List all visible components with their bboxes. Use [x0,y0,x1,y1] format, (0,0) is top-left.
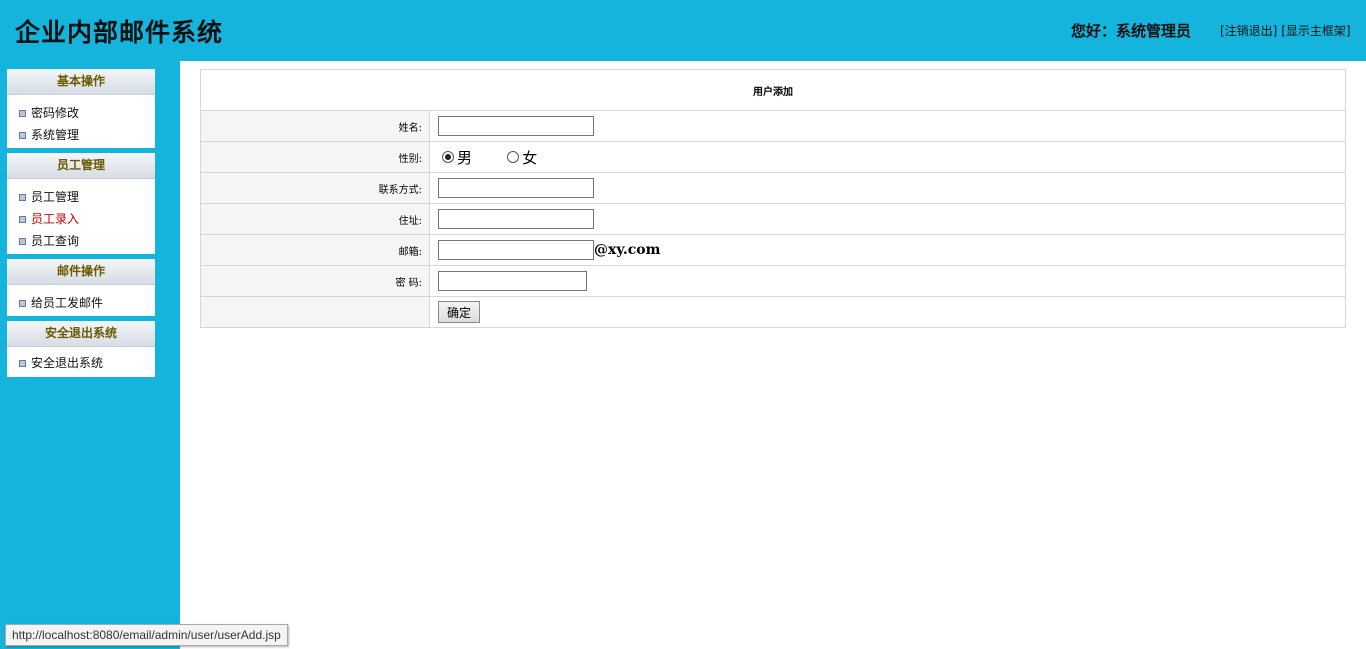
header-bar: 企业内部邮件系统 您好：系统管理员 [注销退出] [显示主框架] [0,0,1366,61]
menu-item-label: 员工查询 [31,234,80,248]
menu-group-exit: 安全退出系统 安全退出系统 [7,321,155,377]
bullet-icon [19,300,26,307]
menu-head-basic[interactable]: 基本操作 [7,69,155,95]
menu-item-employee-manage[interactable]: 员工管理 [7,186,155,208]
menu-head-exit[interactable]: 安全退出系统 [7,321,155,347]
name-label: 姓名: [200,110,430,142]
gender-label: 性别: [200,141,430,173]
gender-female-radio[interactable]: 女 [503,147,537,168]
menu-item-label: 安全退出系统 [31,356,104,370]
menu-group-mail: 邮件操作 给员工发邮件 [7,259,155,316]
menu-group-employee: 员工管理 员工管理 员工录入 员工查询 [7,153,155,254]
menu-item-employee-add[interactable]: 员工录入 [7,208,155,230]
radio-unchecked-icon [507,151,520,163]
show-main-frame-link[interactable]: [显示主框架] [1281,24,1350,38]
gender-male-label: 男 [457,148,473,167]
radio-checked-icon [442,151,454,163]
bullet-icon [19,360,26,367]
header-links: [注销退出] [显示主框架] [1220,22,1351,39]
bullet-icon [19,110,26,117]
logout-link[interactable]: [注销退出] [1220,24,1277,38]
bullet-icon [19,132,26,139]
sidebar: 基本操作 密码修改 系统管理 员工管理 员工管理 员工录入 员工查询 邮件操作 … [0,61,180,649]
app-title: 企业内部邮件系统 [15,18,224,47]
gender-female-label: 女 [522,148,538,167]
menu-group-basic: 基本操作 密码修改 系统管理 [7,69,155,148]
user-add-form: 用户添加 姓名: 性别: 男 女 联系方式: 住址: 邮箱: @xy.com 密… [200,69,1346,328]
address-label: 住址: [200,203,430,235]
password-input[interactable] [438,271,587,291]
bullet-icon [19,238,26,245]
menu-item-label: 员工管理 [31,190,80,204]
contact-input[interactable] [438,178,594,198]
submit-label-cell [200,296,430,328]
status-bar-url: http://localhost:8080/email/admin/user/u… [5,624,288,646]
email-input[interactable] [438,240,594,260]
menu-item-password-change[interactable]: 密码修改 [7,102,155,124]
contact-label: 联系方式: [200,172,430,204]
menu-item-label: 系统管理 [31,128,80,142]
bullet-icon [19,194,26,201]
email-suffix: @xy.com [594,242,661,258]
menu-item-send-mail[interactable]: 给员工发邮件 [7,292,155,314]
gender-male-radio[interactable]: 男 [438,147,472,168]
greeting-text: 您好：系统管理员 [1071,22,1192,40]
address-input[interactable] [438,209,594,229]
menu-item-system-admin[interactable]: 系统管理 [7,124,155,146]
menu-item-label: 员工录入 [31,212,80,226]
submit-button[interactable]: 确定 [438,301,481,323]
menu-item-safe-exit[interactable]: 安全退出系统 [7,352,155,374]
menu-head-mail[interactable]: 邮件操作 [7,259,155,285]
menu-item-label: 给员工发邮件 [31,296,104,310]
email-label: 邮箱: [200,234,430,266]
name-input[interactable] [438,116,594,136]
menu-head-employee[interactable]: 员工管理 [7,153,155,179]
menu-item-label: 密码修改 [31,106,80,120]
form-title: 用户添加 [200,69,1346,111]
bullet-icon [19,216,26,223]
password-label: 密 码: [200,265,430,297]
menu-item-employee-query[interactable]: 员工查询 [7,230,155,252]
